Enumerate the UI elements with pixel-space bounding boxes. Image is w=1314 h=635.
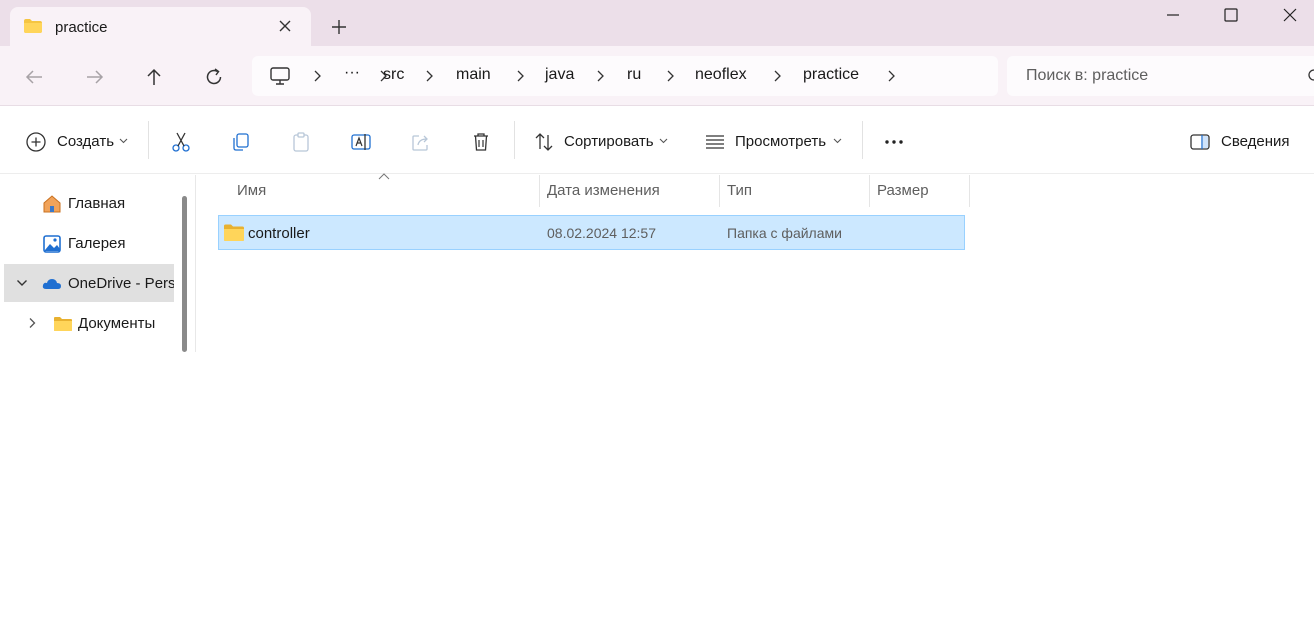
search-input[interactable]: Поиск в: practice (1007, 56, 1314, 96)
address-bar[interactable]: ··· src main java ru neoflex practice (252, 56, 998, 96)
breadcrumb-java[interactable]: java (545, 66, 574, 84)
onedrive-cloud-icon (42, 279, 61, 289)
chevron-right-icon[interactable] (515, 69, 525, 83)
chevron-right-icon[interactable] (595, 69, 605, 83)
up-arrow-icon[interactable] (142, 65, 166, 89)
file-type: Папка с файлами (727, 225, 842, 241)
paste-icon[interactable] (290, 131, 312, 153)
column-header-date[interactable]: Дата изменения (547, 182, 660, 199)
new-button-label: Создать (57, 133, 115, 150)
sort-ascending-icon (378, 173, 390, 180)
chevron-right-icon[interactable] (886, 69, 896, 83)
view-list-icon (706, 135, 724, 149)
chevron-right-icon[interactable] (312, 69, 322, 83)
refresh-icon[interactable] (202, 65, 226, 89)
nav-item-home[interactable]: Главная (4, 184, 174, 222)
folder-icon (24, 19, 42, 33)
chevron-right-icon[interactable] (26, 317, 38, 329)
address-row: ··· src main java ru neoflex practice По… (0, 46, 1314, 106)
chevron-right-icon[interactable] (424, 69, 434, 83)
new-tab-icon[interactable] (329, 17, 349, 37)
forward-arrow-icon[interactable] (83, 65, 107, 89)
view-button-label: Просмотреть (735, 133, 827, 150)
chevron-down-icon (659, 138, 668, 144)
nav-item-documents[interactable]: Документы (4, 304, 174, 342)
file-date: 08.02.2024 12:57 (547, 225, 656, 241)
gallery-icon (43, 235, 61, 253)
file-name: controller (248, 225, 310, 242)
sort-button[interactable]: Сортировать (528, 117, 673, 163)
close-tab-icon[interactable] (275, 16, 295, 36)
nav-item-label: Главная (68, 195, 126, 212)
column-header-type[interactable]: Тип (727, 182, 752, 199)
toolbar-divider (514, 121, 515, 159)
nav-item-gallery[interactable]: Галерея (4, 224, 174, 262)
breadcrumb-main[interactable]: main (456, 66, 491, 84)
column-divider[interactable] (969, 175, 970, 207)
file-row[interactable]: controller 08.02.2024 12:57 Папка с файл… (218, 215, 965, 250)
cut-icon[interactable] (170, 131, 192, 153)
details-button[interactable]: Сведения (1184, 117, 1294, 163)
home-icon (43, 195, 61, 213)
navigation-pane: Главная Галерея OneDrive - Perso Докумен… (0, 175, 196, 352)
toolbar-divider (148, 121, 149, 159)
details-pane-icon (1190, 134, 1210, 150)
minimize-icon[interactable] (1162, 4, 1184, 26)
tab-title: practice (55, 19, 108, 36)
copy-icon[interactable] (230, 131, 252, 153)
chevron-down-icon (833, 138, 842, 144)
close-window-icon[interactable] (1279, 4, 1301, 26)
nav-scrollbar[interactable] (182, 196, 187, 352)
share-icon[interactable] (410, 131, 432, 153)
folder-icon (54, 317, 72, 331)
search-placeholder: Поиск в: practice (1026, 67, 1149, 84)
chevron-right-icon[interactable] (665, 69, 675, 83)
breadcrumb-overflow[interactable]: ··· (344, 64, 360, 82)
details-button-label: Сведения (1221, 133, 1290, 150)
delete-icon[interactable] (470, 131, 492, 153)
title-bar: practice (0, 0, 1314, 47)
more-options-icon[interactable] (883, 131, 905, 153)
breadcrumb-ru[interactable]: ru (627, 66, 641, 84)
chevron-down-icon (119, 138, 128, 144)
nav-item-label: Документы (78, 315, 156, 332)
breadcrumb-practice[interactable]: practice (803, 66, 859, 84)
column-divider[interactable] (869, 175, 870, 207)
column-header-size[interactable]: Размер (877, 182, 929, 199)
nav-item-label: OneDrive - Perso (68, 275, 174, 292)
column-divider[interactable] (719, 175, 720, 207)
search-icon (1308, 69, 1314, 81)
chevron-right-icon[interactable] (772, 69, 782, 83)
toolbar-divider (862, 121, 863, 159)
view-button[interactable]: Просмотреть (700, 117, 850, 163)
new-button[interactable]: Создать (20, 117, 132, 163)
tab-practice[interactable]: practice (10, 7, 311, 47)
command-bar: Создать Сортировать Просмотреть Сведения (0, 107, 1314, 174)
nav-item-label: Галерея (68, 235, 126, 252)
back-arrow-icon[interactable] (22, 65, 46, 89)
column-header-name[interactable]: Имя (237, 182, 266, 199)
computer-icon[interactable] (269, 65, 291, 87)
chevron-down-icon[interactable] (16, 277, 28, 289)
nav-item-onedrive[interactable]: OneDrive - Perso (4, 264, 174, 302)
column-divider[interactable] (539, 175, 540, 207)
folder-icon (224, 224, 244, 241)
rename-icon[interactable] (350, 131, 372, 153)
sort-button-label: Сортировать (564, 133, 654, 150)
breadcrumb-neoflex[interactable]: neoflex (695, 66, 747, 84)
sort-arrows-icon (535, 133, 553, 151)
breadcrumb-src[interactable]: src (383, 66, 404, 84)
plus-circle-icon (26, 132, 46, 152)
maximize-icon[interactable] (1220, 4, 1242, 26)
